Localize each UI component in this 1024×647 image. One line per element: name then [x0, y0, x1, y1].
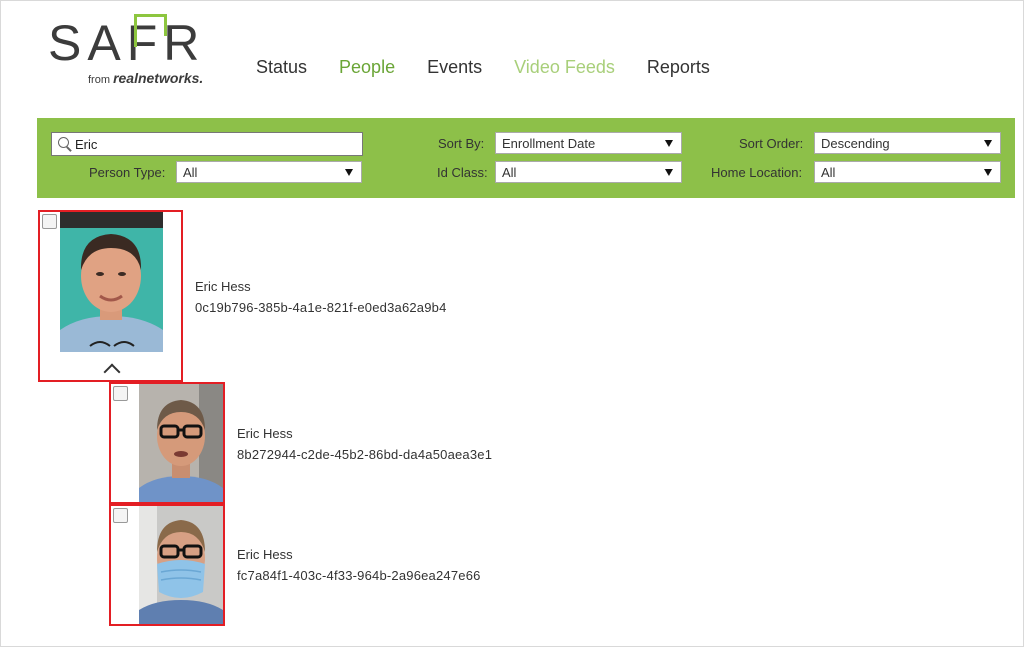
home-location-label: Home Location: [711, 165, 803, 180]
logo-sub-from: from [88, 74, 110, 86]
logo-wordmark: SAFR [48, 15, 206, 71]
person-photo [139, 384, 223, 502]
filter-bar: Person Type: All Sort By: Enrollment Dat… [37, 118, 1015, 198]
nav-status[interactable]: Status [256, 57, 307, 78]
logo-sub-brand: realnetworks. [113, 70, 204, 86]
id-class-select[interactable]: All [495, 161, 682, 183]
home-location-select[interactable]: All [814, 161, 1001, 183]
person-id: 8b272944-c2de-45b2-86bd-da4a50aea3e1 [237, 447, 493, 462]
sort-by-select[interactable]: Enrollment Date [495, 132, 682, 154]
search-input[interactable] [73, 135, 355, 153]
chevron-down-icon [984, 168, 992, 176]
nav-reports[interactable]: Reports [647, 57, 710, 78]
person-type-value: All [183, 164, 198, 180]
nav-video-feeds[interactable]: Video Feeds [514, 57, 615, 78]
person-name[interactable]: Eric Hess [237, 426, 293, 441]
person-photo [60, 212, 163, 352]
search-box[interactable] [51, 132, 363, 156]
sort-order-label: Sort Order: [739, 136, 804, 151]
logo-subtitle: from realnetworks. [88, 70, 203, 86]
person-type-label: Person Type: [89, 165, 166, 180]
person-card[interactable] [109, 504, 225, 626]
safr-logo[interactable]: SAFR from realnetworks. [48, 14, 218, 90]
face-photo [139, 506, 223, 624]
sort-by-label: Sort By: [438, 136, 485, 151]
sort-order-value: Descending [821, 135, 890, 151]
person-type-select[interactable]: All [176, 161, 362, 183]
chevron-down-icon [345, 168, 353, 176]
person-card[interactable] [109, 382, 225, 504]
home-location-value: All [821, 164, 836, 180]
chevron-down-icon [665, 168, 673, 176]
id-class-label: Id Class: [437, 165, 488, 180]
sort-by-value: Enrollment Date [502, 135, 596, 151]
main-nav: Status People Events Video Feeds Reports [256, 57, 742, 78]
face-photo [139, 384, 223, 502]
face-photo [60, 212, 163, 352]
person-card[interactable] [38, 210, 183, 382]
search-icon [57, 136, 73, 152]
select-checkbox[interactable] [42, 214, 57, 229]
id-class-value: All [502, 164, 517, 180]
logo-frame-mark-right [164, 14, 167, 36]
person-name[interactable]: Eric Hess [195, 279, 251, 294]
nav-people[interactable]: People [339, 57, 395, 78]
sort-order-select[interactable]: Descending [814, 132, 1001, 154]
nav-events[interactable]: Events [427, 57, 482, 78]
person-photo [139, 506, 223, 624]
person-id: fc7a84f1-403c-4f33-964b-2a96ea247e66 [237, 568, 481, 583]
chevron-down-icon [984, 139, 992, 147]
select-checkbox[interactable] [113, 386, 128, 401]
person-id: 0c19b796-385b-4a1e-821f-e0ed3a62a9b4 [195, 300, 447, 315]
chevron-down-icon [665, 139, 673, 147]
logo-frame-mark [134, 14, 167, 47]
collapse-chevron-icon[interactable] [103, 363, 121, 381]
select-checkbox[interactable] [113, 508, 128, 523]
person-name[interactable]: Eric Hess [237, 547, 293, 562]
